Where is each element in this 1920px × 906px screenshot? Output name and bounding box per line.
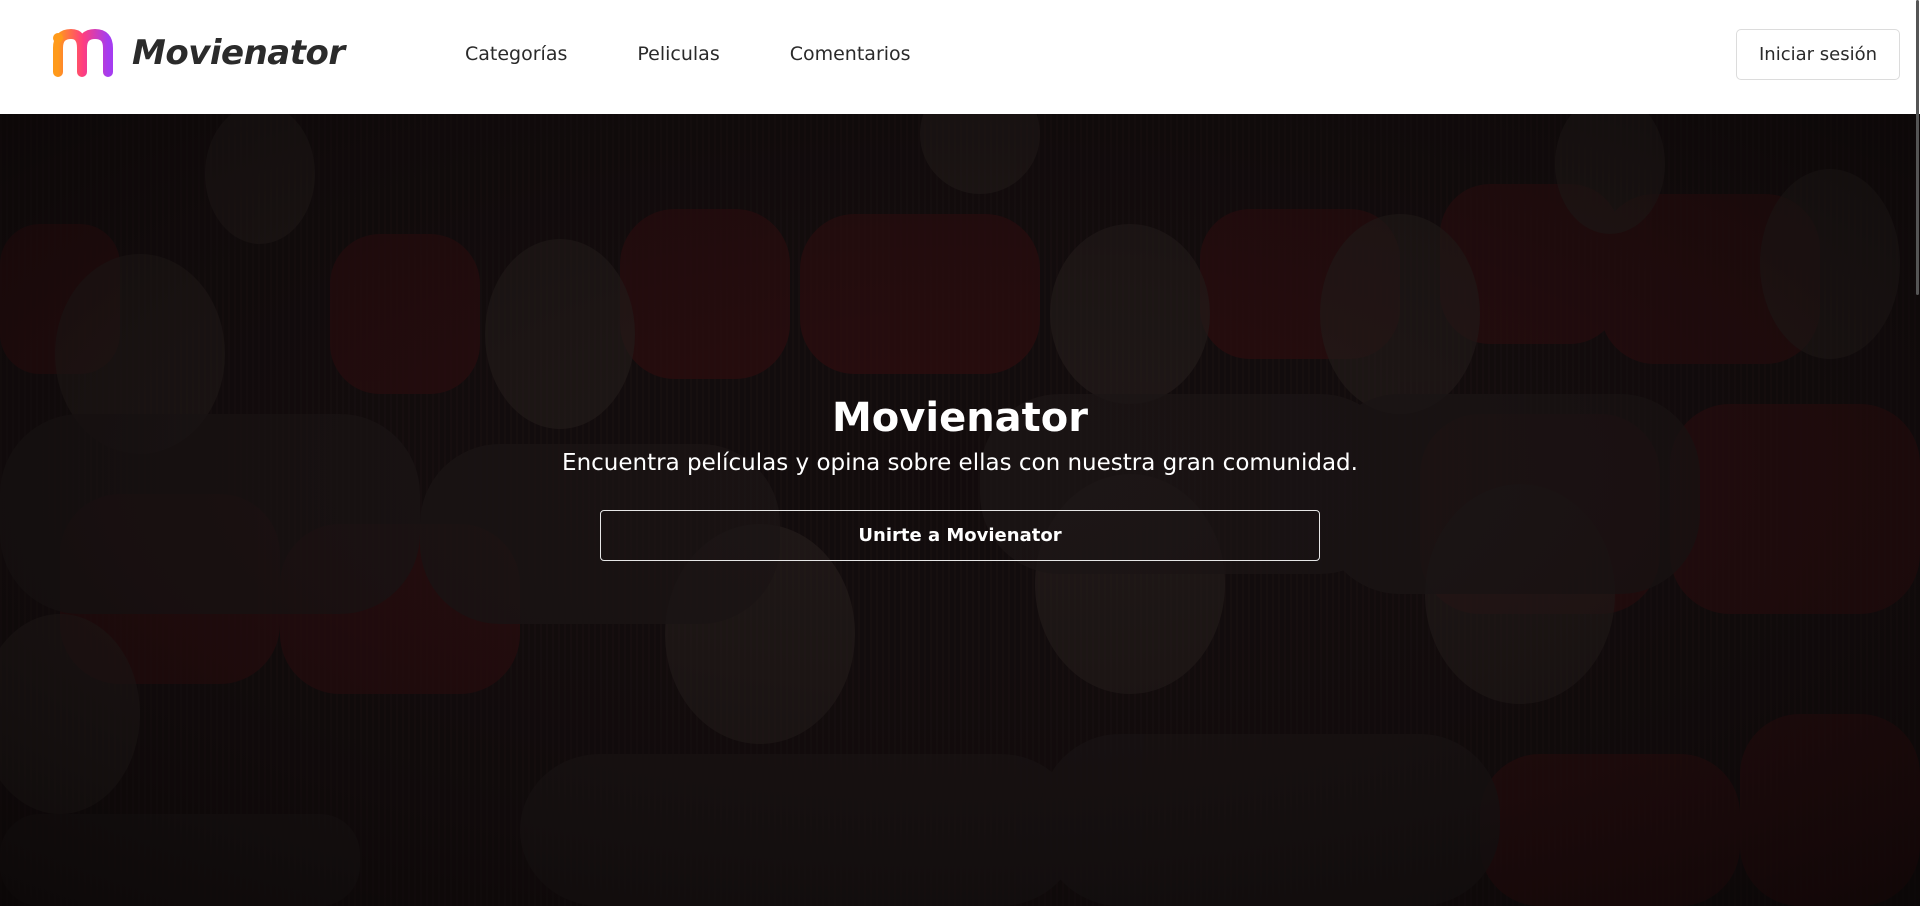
top-navbar: Movienator Categorías Peliculas Comentar… <box>0 0 1920 114</box>
hero-content: Movienator Encuentra películas y opina s… <box>0 114 1920 906</box>
brand-name: Movienator <box>132 33 345 73</box>
join-movienator-button[interactable]: Unirte a Movienator <box>600 510 1320 561</box>
nav-link-peliculas[interactable]: Peliculas <box>637 40 719 68</box>
nav-link-comentarios[interactable]: Comentarios <box>790 40 911 68</box>
nav-link-categorias[interactable]: Categorías <box>465 40 567 68</box>
brand-logo-link[interactable]: Movienator <box>52 28 345 78</box>
hero-section: Movienator Encuentra películas y opina s… <box>0 114 1920 906</box>
hero-title: Movienator <box>832 395 1088 441</box>
hero-subtitle: Encuentra películas y opina sobre ellas … <box>562 450 1358 476</box>
main-nav: Categorías Peliculas Comentarios <box>465 40 911 68</box>
movienator-logo-icon <box>53 29 113 77</box>
login-button[interactable]: Iniciar sesión <box>1736 29 1900 80</box>
page-scrollbar[interactable] <box>1912 0 1920 906</box>
scrollbar-thumb[interactable] <box>1916 0 1919 295</box>
